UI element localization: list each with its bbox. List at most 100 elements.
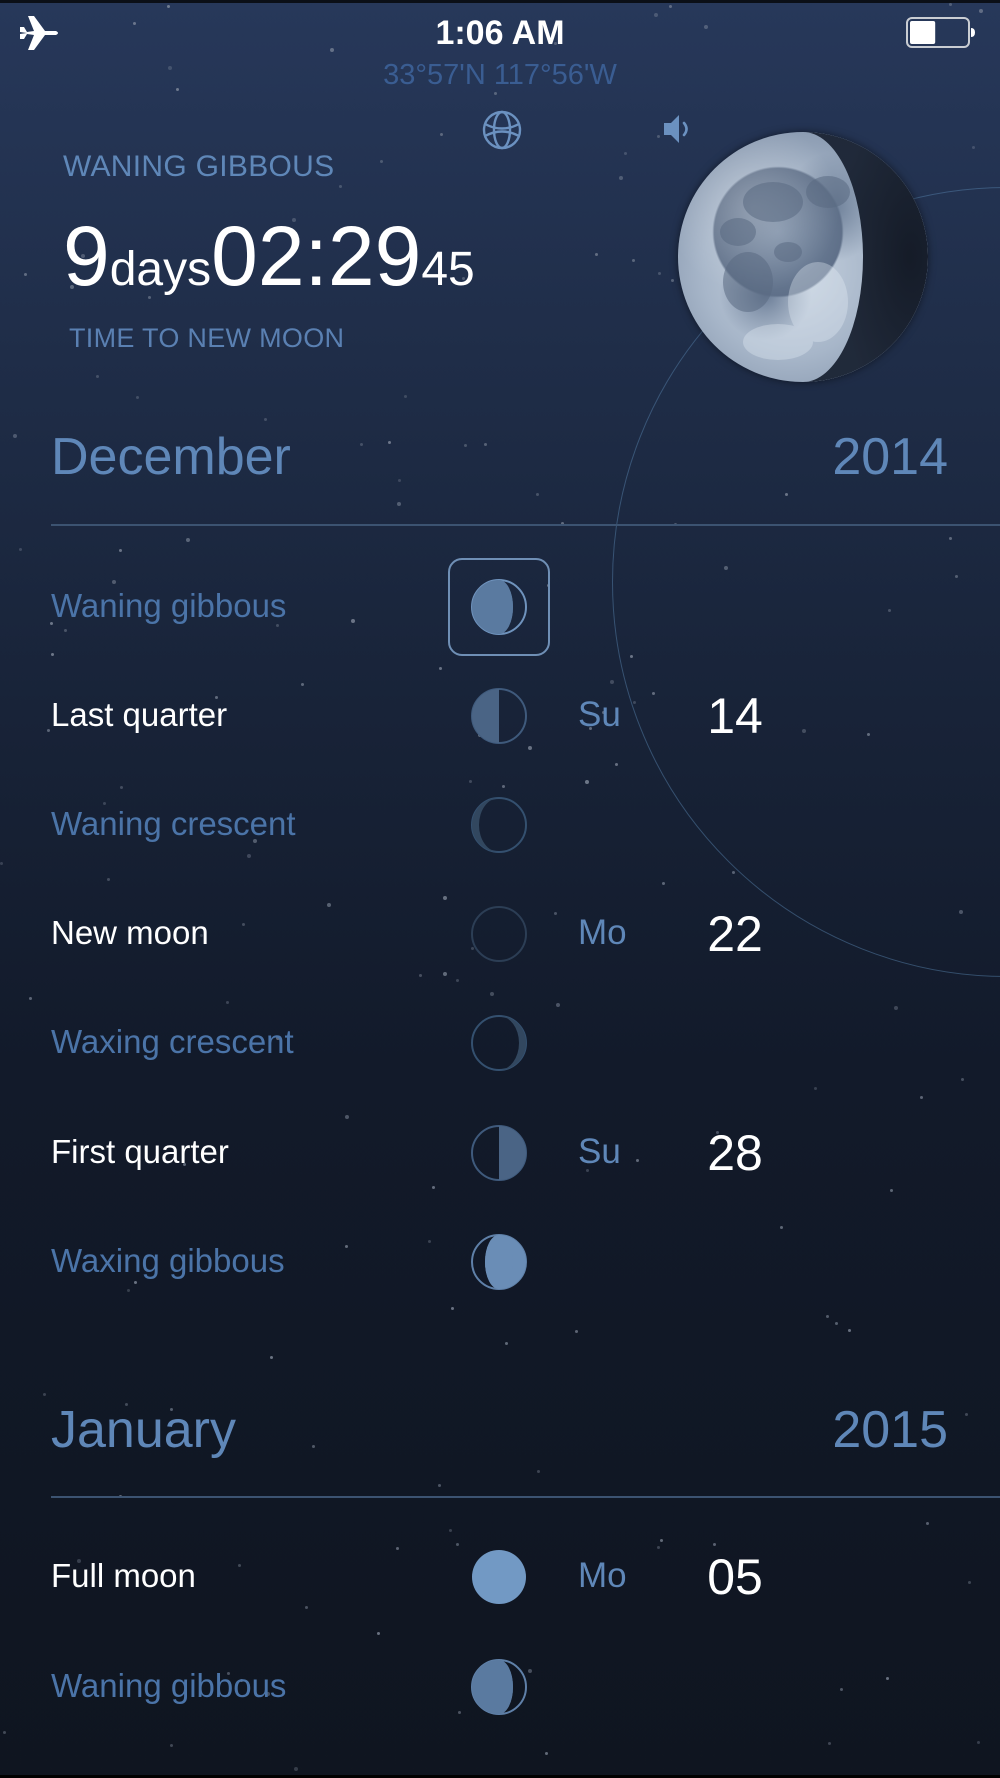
- phase-label: Waning gibbous: [51, 1667, 287, 1704]
- star: [840, 1688, 843, 1691]
- star: [961, 1078, 964, 1081]
- star: [19, 548, 22, 551]
- star: [658, 272, 661, 275]
- star: [438, 1484, 441, 1487]
- star: [432, 1186, 435, 1189]
- countdown-label: TIME TO NEW MOON: [69, 323, 345, 353]
- star: [826, 1315, 829, 1318]
- year-heading: 2014: [832, 428, 948, 486]
- star: [490, 992, 494, 996]
- star: [713, 1543, 716, 1546]
- star: [186, 538, 190, 542]
- waxing-crescent-icon: [470, 1014, 528, 1072]
- star: [96, 375, 99, 378]
- moon-image[interactable]: [678, 132, 928, 382]
- star: [170, 1744, 173, 1747]
- star: [24, 273, 27, 276]
- countdown-hours-minutes: 02:29: [211, 209, 422, 303]
- phase-weekday: Su: [578, 695, 621, 734]
- star: [894, 1006, 898, 1010]
- star: [636, 1159, 639, 1162]
- battery-icon: [906, 17, 975, 48]
- countdown-seconds: 45: [421, 243, 475, 296]
- star: [615, 763, 618, 766]
- star: [528, 746, 532, 750]
- star: [440, 133, 443, 136]
- star: [242, 923, 245, 926]
- phase-label: Last quarter: [51, 696, 228, 733]
- star: [536, 493, 539, 496]
- full-moon-icon: [470, 1548, 528, 1606]
- phase-day: 14: [707, 688, 763, 744]
- current-phase-name: WANING GIBBOUS: [63, 150, 335, 183]
- star: [456, 979, 459, 982]
- star: [671, 279, 674, 282]
- month-heading: January: [51, 1401, 236, 1459]
- star: [610, 680, 614, 684]
- star: [505, 1342, 508, 1345]
- location-coordinates[interactable]: 33°57'N 117°56'W: [0, 59, 1000, 92]
- star: [972, 146, 975, 149]
- star: [327, 903, 331, 907]
- star: [47, 729, 50, 732]
- new-moon-icon: [470, 905, 528, 963]
- star: [449, 1529, 452, 1532]
- star: [312, 1445, 315, 1448]
- phase-label: Waxing gibbous: [51, 1242, 285, 1279]
- star: [528, 1669, 532, 1673]
- phase-day: 28: [707, 1125, 763, 1181]
- star: [3, 1731, 6, 1734]
- star: [585, 780, 589, 784]
- star: [428, 1240, 431, 1243]
- star: [662, 882, 665, 885]
- year-heading: 2015: [832, 1401, 948, 1459]
- star: [377, 1632, 380, 1635]
- month-divider: [51, 524, 1000, 526]
- star: [469, 780, 472, 783]
- star: [351, 619, 355, 623]
- star: [977, 1741, 980, 1744]
- phase-label: Full moon: [51, 1557, 196, 1594]
- star: [979, 9, 983, 13]
- star: [443, 972, 447, 976]
- star: [388, 441, 391, 444]
- month-divider: [51, 1496, 1000, 1498]
- star: [301, 683, 304, 686]
- top-edge: [0, 0, 1000, 3]
- star: [657, 135, 660, 138]
- star: [965, 1413, 968, 1416]
- phase-label: Waning crescent: [51, 805, 296, 842]
- star: [397, 502, 401, 506]
- star: [632, 259, 635, 262]
- phase-label: New moon: [51, 914, 209, 951]
- first-quarter-icon: [470, 1124, 528, 1182]
- status-bar-time: 1:06 AM: [435, 14, 565, 52]
- moon-terminator-shadow: [720, 132, 928, 382]
- star: [270, 1356, 273, 1359]
- star: [926, 1522, 929, 1525]
- phase-day: 22: [707, 906, 763, 962]
- countdown-days-unit: days: [109, 243, 212, 296]
- star: [556, 1003, 560, 1007]
- phase-label: Waning gibbous: [51, 587, 287, 624]
- star: [127, 1289, 130, 1292]
- star: [136, 396, 139, 399]
- star: [247, 854, 251, 858]
- star: [451, 1307, 454, 1310]
- last-quarter-icon: [470, 687, 528, 745]
- countdown-days: 9: [63, 209, 110, 303]
- phase-label: Waxing crescent: [51, 1023, 294, 1060]
- star: [107, 878, 110, 881]
- star: [120, 786, 123, 789]
- star: [890, 1189, 893, 1192]
- star: [64, 629, 67, 632]
- star: [732, 871, 735, 874]
- star: [398, 479, 401, 482]
- star: [828, 1742, 831, 1745]
- star: [848, 1329, 851, 1332]
- star: [443, 896, 447, 900]
- star: [419, 974, 422, 977]
- globe-icon[interactable]: [481, 109, 523, 151]
- star: [294, 1767, 298, 1771]
- star: [456, 1543, 459, 1546]
